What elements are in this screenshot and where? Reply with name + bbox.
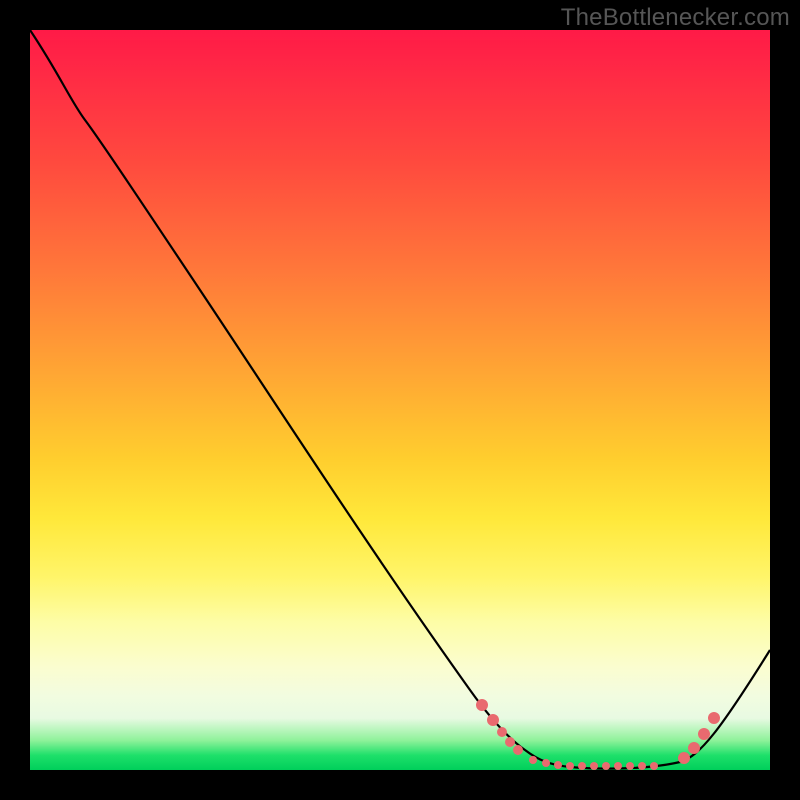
data-point bbox=[590, 762, 598, 770]
data-point bbox=[614, 762, 622, 770]
data-point bbox=[698, 728, 710, 740]
data-point bbox=[708, 712, 720, 724]
data-point bbox=[529, 756, 537, 764]
data-point bbox=[505, 737, 515, 747]
data-point bbox=[554, 761, 562, 769]
data-point bbox=[638, 762, 646, 770]
data-point bbox=[513, 745, 523, 755]
data-point bbox=[626, 762, 634, 770]
data-point bbox=[476, 699, 488, 711]
data-point bbox=[566, 762, 574, 770]
data-point bbox=[678, 752, 690, 764]
data-point bbox=[497, 727, 507, 737]
data-point bbox=[602, 762, 610, 770]
data-point bbox=[688, 742, 700, 754]
data-point bbox=[578, 762, 586, 770]
watermark-text: TheBottlenecker.com bbox=[561, 4, 790, 32]
chart-container: TheBottlenecker.com bbox=[0, 0, 800, 800]
data-point bbox=[650, 762, 658, 770]
curve-path bbox=[30, 30, 770, 769]
data-point bbox=[487, 714, 499, 726]
data-points-group bbox=[476, 699, 720, 770]
bottleneck-curve bbox=[30, 30, 770, 770]
data-point bbox=[542, 759, 550, 767]
plot-area bbox=[30, 30, 770, 770]
